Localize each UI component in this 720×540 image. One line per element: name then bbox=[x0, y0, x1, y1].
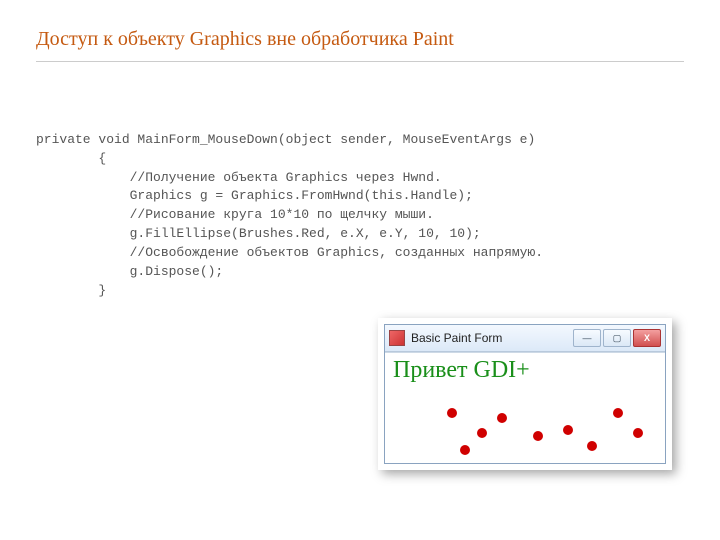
code-line: //Рисование круга 10*10 по щелчку мыши. bbox=[36, 207, 434, 222]
window-title: Basic Paint Form bbox=[411, 331, 571, 345]
greeting-text: Привет GDI+ bbox=[393, 357, 530, 384]
red-dot bbox=[587, 441, 597, 451]
red-dot bbox=[460, 445, 470, 455]
code-block: private void MainForm_MouseDown(object s… bbox=[36, 112, 684, 300]
client-area[interactable]: Привет GDI+ bbox=[385, 352, 665, 463]
red-dot bbox=[477, 428, 487, 438]
slide-title: Доступ к объекту Graphics вне обработчик… bbox=[36, 28, 684, 62]
minimize-button[interactable]: — bbox=[573, 329, 601, 347]
code-line: //Получение объекта Graphics через Hwnd. bbox=[36, 170, 442, 185]
code-line: //Освобождение объектов Graphics, создан… bbox=[36, 245, 543, 260]
close-button[interactable]: X bbox=[633, 329, 661, 347]
red-dot bbox=[447, 408, 457, 418]
app-icon bbox=[389, 330, 405, 346]
red-dot bbox=[633, 428, 643, 438]
red-dot bbox=[497, 413, 507, 423]
code-line: Graphics g = Graphics.FromHwnd(this.Hand… bbox=[36, 188, 473, 203]
code-line: g.FillEllipse(Brushes.Red, e.X, e.Y, 10,… bbox=[36, 226, 481, 241]
code-line: private void MainForm_MouseDown(object s… bbox=[36, 132, 535, 147]
code-line: { bbox=[36, 151, 106, 166]
titlebar: Basic Paint Form — ▢ X bbox=[385, 325, 665, 352]
code-line: } bbox=[36, 283, 106, 298]
code-line: g.Dispose(); bbox=[36, 264, 223, 279]
form-screenshot: Basic Paint Form — ▢ X Привет GDI+ bbox=[378, 318, 672, 470]
slide: Доступ к объекту Graphics вне обработчик… bbox=[0, 0, 720, 540]
red-dot bbox=[613, 408, 623, 418]
window-frame: Basic Paint Form — ▢ X Привет GDI+ bbox=[384, 324, 666, 464]
red-dot bbox=[563, 425, 573, 435]
maximize-button[interactable]: ▢ bbox=[603, 329, 631, 347]
red-dot bbox=[533, 431, 543, 441]
